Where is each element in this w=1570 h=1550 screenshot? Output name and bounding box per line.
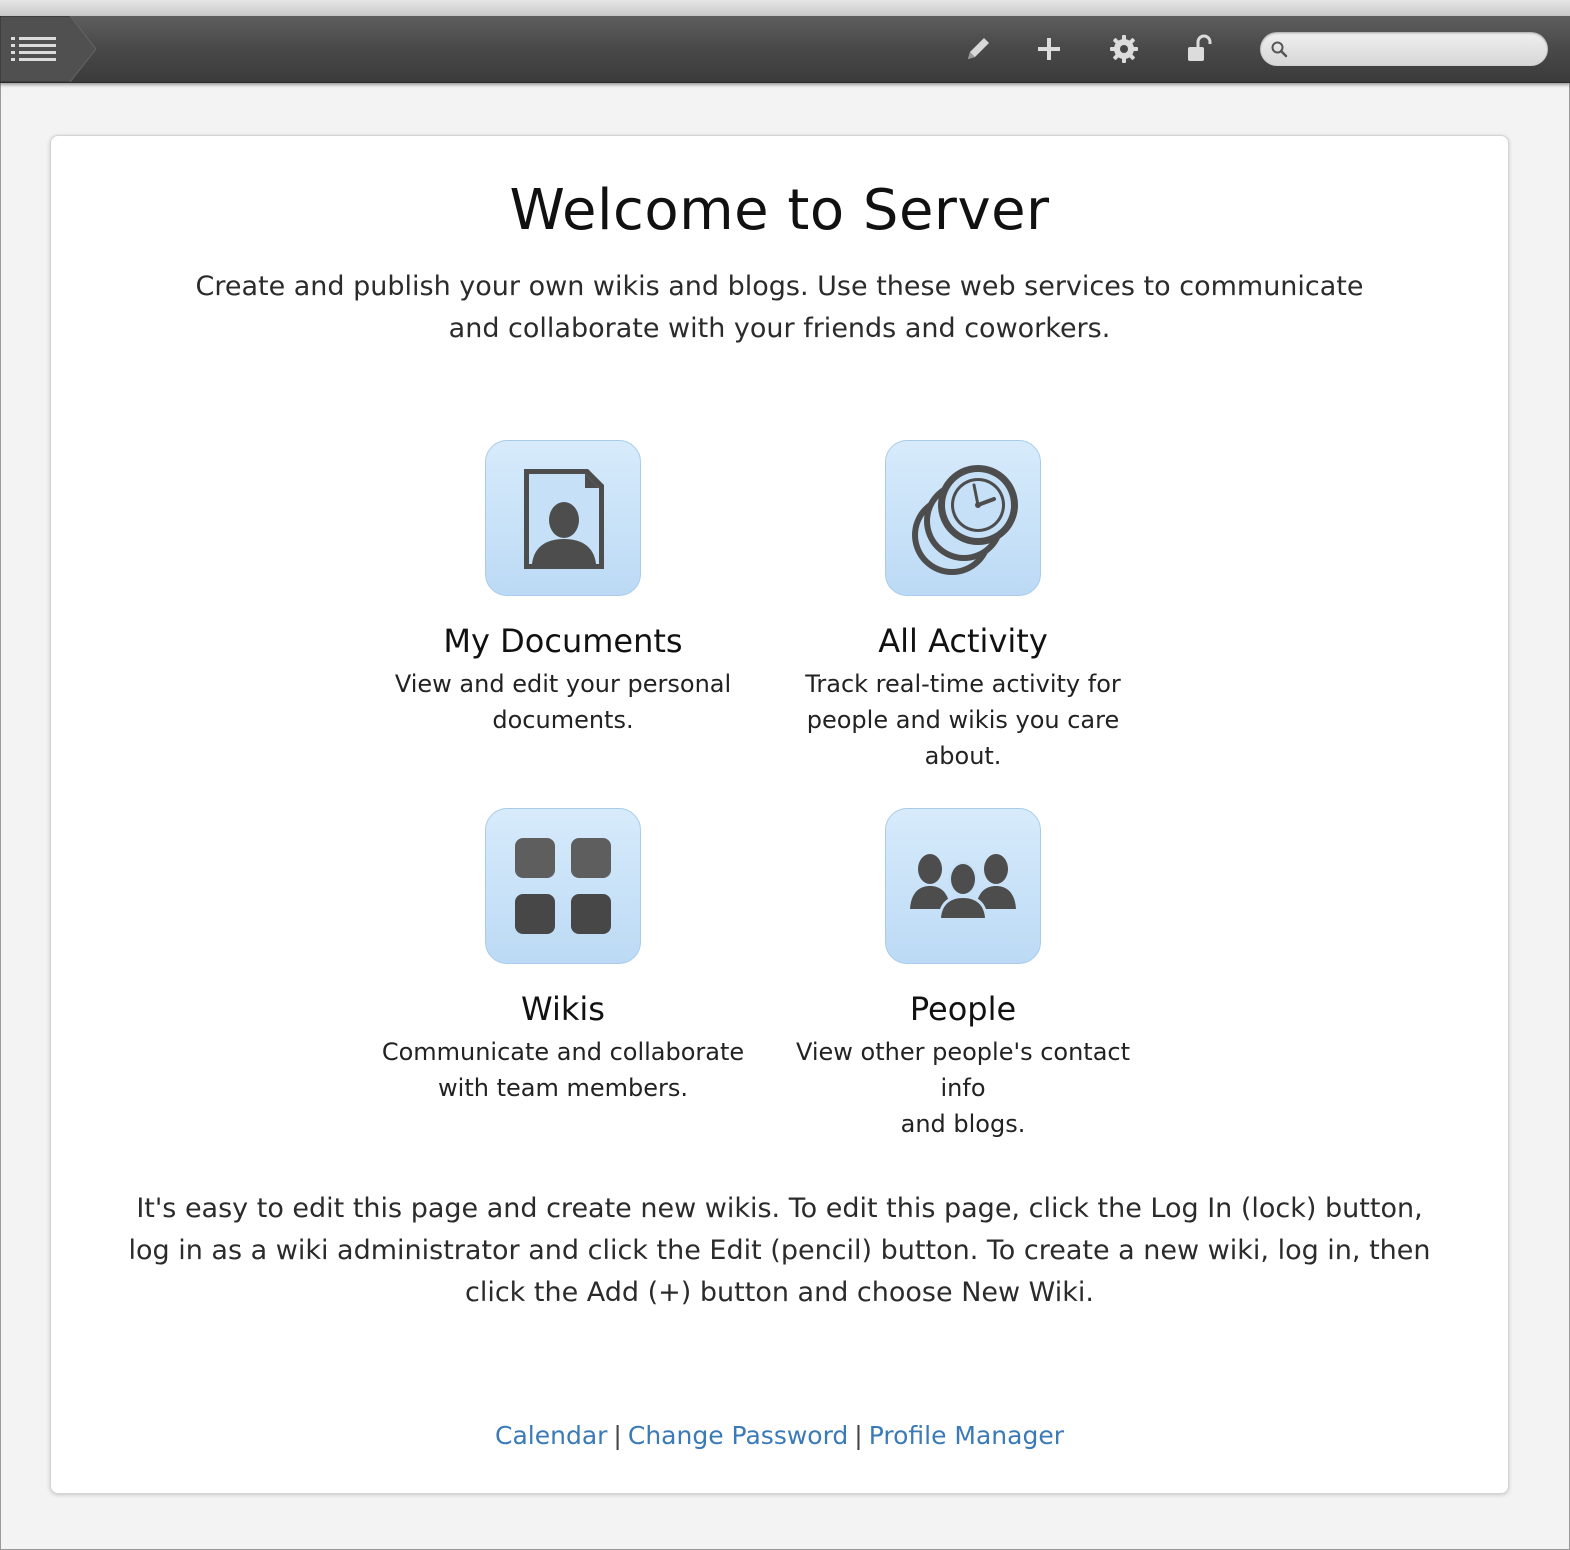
pencil-icon	[968, 38, 989, 59]
tile-description-line: with team members.	[438, 1074, 688, 1102]
tile-description: View other people's contact info and blo…	[773, 1034, 1153, 1142]
gear-icon	[1110, 35, 1138, 63]
intro-text: Create and publish your own wikis and bl…	[195, 271, 1364, 344]
tile-title: All Activity	[878, 622, 1048, 660]
activity-clock-icon	[912, 465, 1018, 575]
tile-title: Wikis	[521, 990, 605, 1028]
tile-people[interactable]: People View other people's contact info …	[773, 808, 1153, 1142]
tile-description: Communicate and collaborate with team me…	[373, 1034, 753, 1106]
wikis-icon-box[interactable]	[485, 808, 641, 964]
welcome-card: Welcome to Server Create and publish you…	[50, 135, 1509, 1494]
people-group-icon	[910, 854, 1016, 919]
settings-button[interactable]	[1106, 31, 1142, 67]
help-text: It's easy to edit this page and create n…	[128, 1193, 1431, 1308]
unlocked-lock-icon	[1188, 34, 1212, 61]
tile-wikis[interactable]: Wikis Communicate and collaborate with t…	[373, 808, 753, 1106]
my-documents-icon-box[interactable]	[485, 440, 641, 596]
tile-description-line: View other people's contact info	[795, 1038, 1131, 1102]
sidebar-menu-button[interactable]	[0, 16, 96, 82]
add-button[interactable]	[1031, 31, 1067, 67]
tile-description-line: and blogs.	[900, 1110, 1026, 1138]
tile-title: People	[909, 990, 1017, 1028]
search-icon	[1271, 41, 1288, 58]
search-input[interactable]	[1294, 36, 1538, 64]
tile-description: View and edit your personal documents.	[373, 666, 753, 738]
link-separator: |	[613, 1421, 622, 1450]
all-activity-icon-box[interactable]	[885, 440, 1041, 596]
tile-description-line: Communicate and collaborate	[381, 1038, 745, 1066]
tile-description-line: documents.	[492, 706, 634, 734]
tile-title: My Documents	[443, 622, 683, 660]
profile-manager-link[interactable]: Profile Manager	[869, 1421, 1064, 1450]
change-password-link[interactable]: Change Password	[628, 1421, 848, 1450]
document-person-icon	[524, 469, 604, 569]
tile-description: Track real-time activity for people and …	[773, 666, 1153, 774]
tile-description-line: Track real-time activity for	[805, 670, 1121, 698]
edit-pencil-button[interactable]	[960, 31, 996, 67]
tile-my-documents[interactable]: My Documents View and edit your personal…	[373, 440, 753, 738]
link-separator: |	[854, 1421, 863, 1450]
search-field[interactable]	[1260, 32, 1548, 66]
window-top-strip	[0, 0, 1570, 17]
tile-all-activity[interactable]: All Activity Track real-time activity fo…	[773, 440, 1153, 774]
list-menu-icon	[0, 16, 96, 82]
page-title: Welcome to Server	[509, 178, 1050, 243]
plus-icon	[1038, 38, 1060, 60]
wikis-grid-icon	[515, 838, 611, 934]
people-icon-box[interactable]	[885, 808, 1041, 964]
footer-links: Calendar | Change Password | Profile Manager	[51, 1421, 1508, 1450]
calendar-link[interactable]: Calendar	[495, 1421, 607, 1450]
toolbar	[0, 16, 1570, 83]
tile-description-line: people and wikis you care about.	[806, 706, 1120, 770]
tile-description-line: View and edit your personal	[394, 670, 732, 698]
login-lock-button[interactable]	[1181, 31, 1217, 67]
